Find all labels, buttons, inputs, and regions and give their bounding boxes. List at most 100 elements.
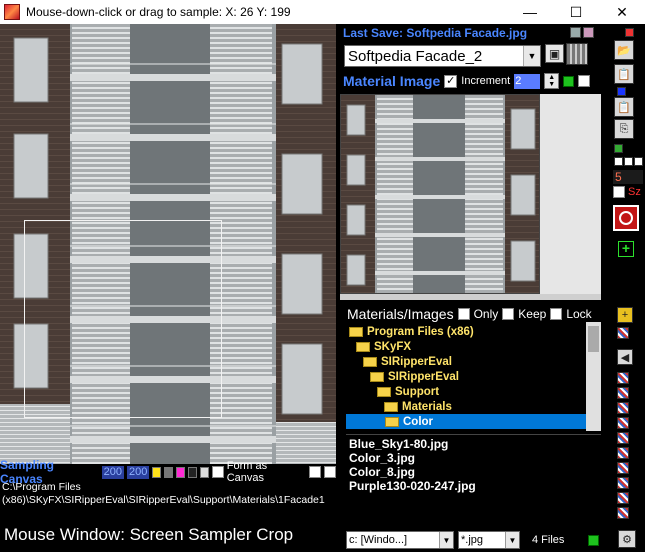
green-indicator[interactable] <box>563 75 575 87</box>
copy-icon[interactable]: ⎘ <box>614 119 634 139</box>
open-folder-icon <box>385 416 399 427</box>
sampling-canvas-row: Sampling Canvas 200 200 Form as Canvas <box>0 458 337 486</box>
size-label: Sz <box>628 186 641 198</box>
save-icon[interactable]: ▣ <box>545 44 564 63</box>
material-image-checkbox[interactable]: ✓ <box>444 74 458 88</box>
tree-item-siripper-2[interactable]: SIRipperEval <box>370 369 459 384</box>
add-icon[interactable]: + <box>618 241 634 257</box>
option-checkbox-1[interactable] <box>309 466 322 478</box>
filter-value: *.jpg <box>461 534 484 546</box>
drive-select[interactable]: c: [Windo...] ▼ <box>346 531 454 549</box>
app-icon <box>4 4 20 20</box>
gray-swatch[interactable] <box>164 466 174 478</box>
tree-scrollbar[interactable] <box>586 322 601 431</box>
form-as-canvas-checkbox[interactable] <box>211 466 224 478</box>
folder-icon <box>363 356 377 367</box>
tool-icon-5[interactable] <box>617 417 629 429</box>
black-swatch[interactable] <box>188 466 197 478</box>
clipboard-icon[interactable]: 📋 <box>614 97 634 117</box>
title-bar: Mouse-down-click or drag to sample: X: 2… <box>0 0 645 24</box>
canvas-height-input[interactable]: 200 <box>126 465 150 479</box>
grid-mini-icon-3[interactable] <box>634 157 643 166</box>
canvas-width-input[interactable]: 200 <box>101 465 124 479</box>
lock-label: Lock <box>566 307 592 321</box>
size-checkbox[interactable] <box>613 186 625 198</box>
image-mini-icon[interactable] <box>570 27 581 38</box>
sample-photo-canvas[interactable] <box>0 24 336 464</box>
only-checkbox[interactable] <box>457 308 470 320</box>
palette-mini-icon[interactable] <box>583 27 594 38</box>
only-label: Only <box>473 307 499 321</box>
chevron-down-icon[interactable]: ▼ <box>523 46 540 66</box>
material-name-value: Softpedia Facade_2 <box>348 47 483 65</box>
material-thumbnail-icon[interactable] <box>566 43 588 65</box>
tree-item-program-files[interactable]: Program Files (x86) <box>349 324 474 339</box>
increment-input[interactable]: 2 <box>514 73 541 89</box>
list-item[interactable]: Blue_Sky1-80.jpg <box>349 437 448 451</box>
tree-item-siripper-1[interactable]: SIRipperEval <box>363 354 452 369</box>
tool-icon-8[interactable] <box>617 462 629 474</box>
tree-item-materials[interactable]: Materials <box>384 399 452 414</box>
paste-icon[interactable]: 📋 <box>614 64 634 84</box>
tool-icon-7[interactable] <box>617 447 629 459</box>
maximize-button[interactable]: ☐ <box>553 0 599 24</box>
minimize-button[interactable]: — <box>507 0 553 24</box>
tree-item-skyfx[interactable]: SKyFX <box>356 339 411 354</box>
file-filter-bar: c: [Windo...] ▼ *.jpg ▼ 4 Files <box>346 530 645 550</box>
record-mini-icon[interactable] <box>625 28 634 37</box>
preview-scrollbar[interactable] <box>340 294 601 300</box>
size-row: Sz <box>613 186 641 198</box>
app-logo-button[interactable] <box>613 205 639 231</box>
chevron-down-icon[interactable]: ▼ <box>505 532 519 548</box>
back-icon[interactable]: ◀ <box>617 349 633 365</box>
folder-icon <box>349 326 363 337</box>
green-mini-icon[interactable] <box>614 144 623 153</box>
light-swatch[interactable] <box>199 466 209 478</box>
file-list[interactable]: Blue_Sky1-80.jpg Color_3.jpg Color_8.jpg… <box>346 434 601 528</box>
list-item[interactable]: Color_8.jpg <box>349 465 415 479</box>
list-item[interactable]: Purple130-020-247.jpg <box>349 479 476 493</box>
material-image-row: Material Image ✓ Increment 2 ▲ ▼ <box>343 72 591 90</box>
grid-mini-icon-2[interactable] <box>624 157 633 166</box>
keep-checkbox[interactable] <box>502 308 515 320</box>
drive-value: c: [Windo...] <box>349 534 408 546</box>
tool-icon-6[interactable] <box>617 432 629 444</box>
grid-mini-icon-1[interactable] <box>614 157 623 166</box>
tree-item-color[interactable]: Color <box>346 414 586 429</box>
lock-checkbox[interactable] <box>550 308 563 320</box>
tool-icon-2[interactable] <box>617 372 629 384</box>
magenta-swatch[interactable] <box>176 466 186 478</box>
tool-icon-10[interactable] <box>617 492 629 504</box>
current-path: C:\Program Files (x86)\SKyFX\SIRipperEva… <box>2 481 336 507</box>
blue-mini-icon[interactable] <box>617 87 626 96</box>
close-button[interactable]: ✕ <box>599 0 645 24</box>
material-name-dropdown[interactable]: Softpedia Facade_2 ▼ <box>344 45 541 67</box>
material-image-preview <box>340 94 540 294</box>
option-checkbox-2[interactable] <box>324 466 337 478</box>
tree-item-support[interactable]: Support <box>377 384 439 399</box>
open-folder-icon[interactable]: 📂 <box>614 40 634 60</box>
chevron-down-icon[interactable]: ▼ <box>439 532 453 548</box>
filter-select[interactable]: *.jpg ▼ <box>458 531 520 549</box>
folder-icon <box>356 341 370 352</box>
materials-images-label: Materials/Images <box>347 306 454 322</box>
yellow-swatch[interactable] <box>152 466 162 478</box>
preview-gray-area <box>540 94 601 294</box>
folder-tree[interactable]: Program Files (x86) SKyFX SIRipperEval S… <box>346 322 601 431</box>
scrollbar-thumb[interactable] <box>588 326 599 352</box>
tool-icon-11[interactable] <box>617 507 629 519</box>
window-title: Mouse-down-click or drag to sample: X: 2… <box>26 5 291 19</box>
folder-icon <box>370 371 384 382</box>
add-material-icon[interactable]: + <box>617 307 633 323</box>
crop-selection-rectangle[interactable] <box>24 220 222 418</box>
settings-icon[interactable]: ⚙ <box>618 530 636 548</box>
tool-icon-1[interactable] <box>617 327 629 339</box>
increment-spinner[interactable]: ▲ ▼ <box>544 73 560 89</box>
tool-icon-4[interactable] <box>617 402 629 414</box>
tool-icon-3[interactable] <box>617 387 629 399</box>
white-option-box[interactable] <box>578 75 591 87</box>
tool-icon-9[interactable] <box>617 477 629 489</box>
material-image-label: Material Image <box>343 73 441 89</box>
size-value-input[interactable]: 5 <box>613 170 643 184</box>
list-item[interactable]: Color_3.jpg <box>349 451 415 465</box>
